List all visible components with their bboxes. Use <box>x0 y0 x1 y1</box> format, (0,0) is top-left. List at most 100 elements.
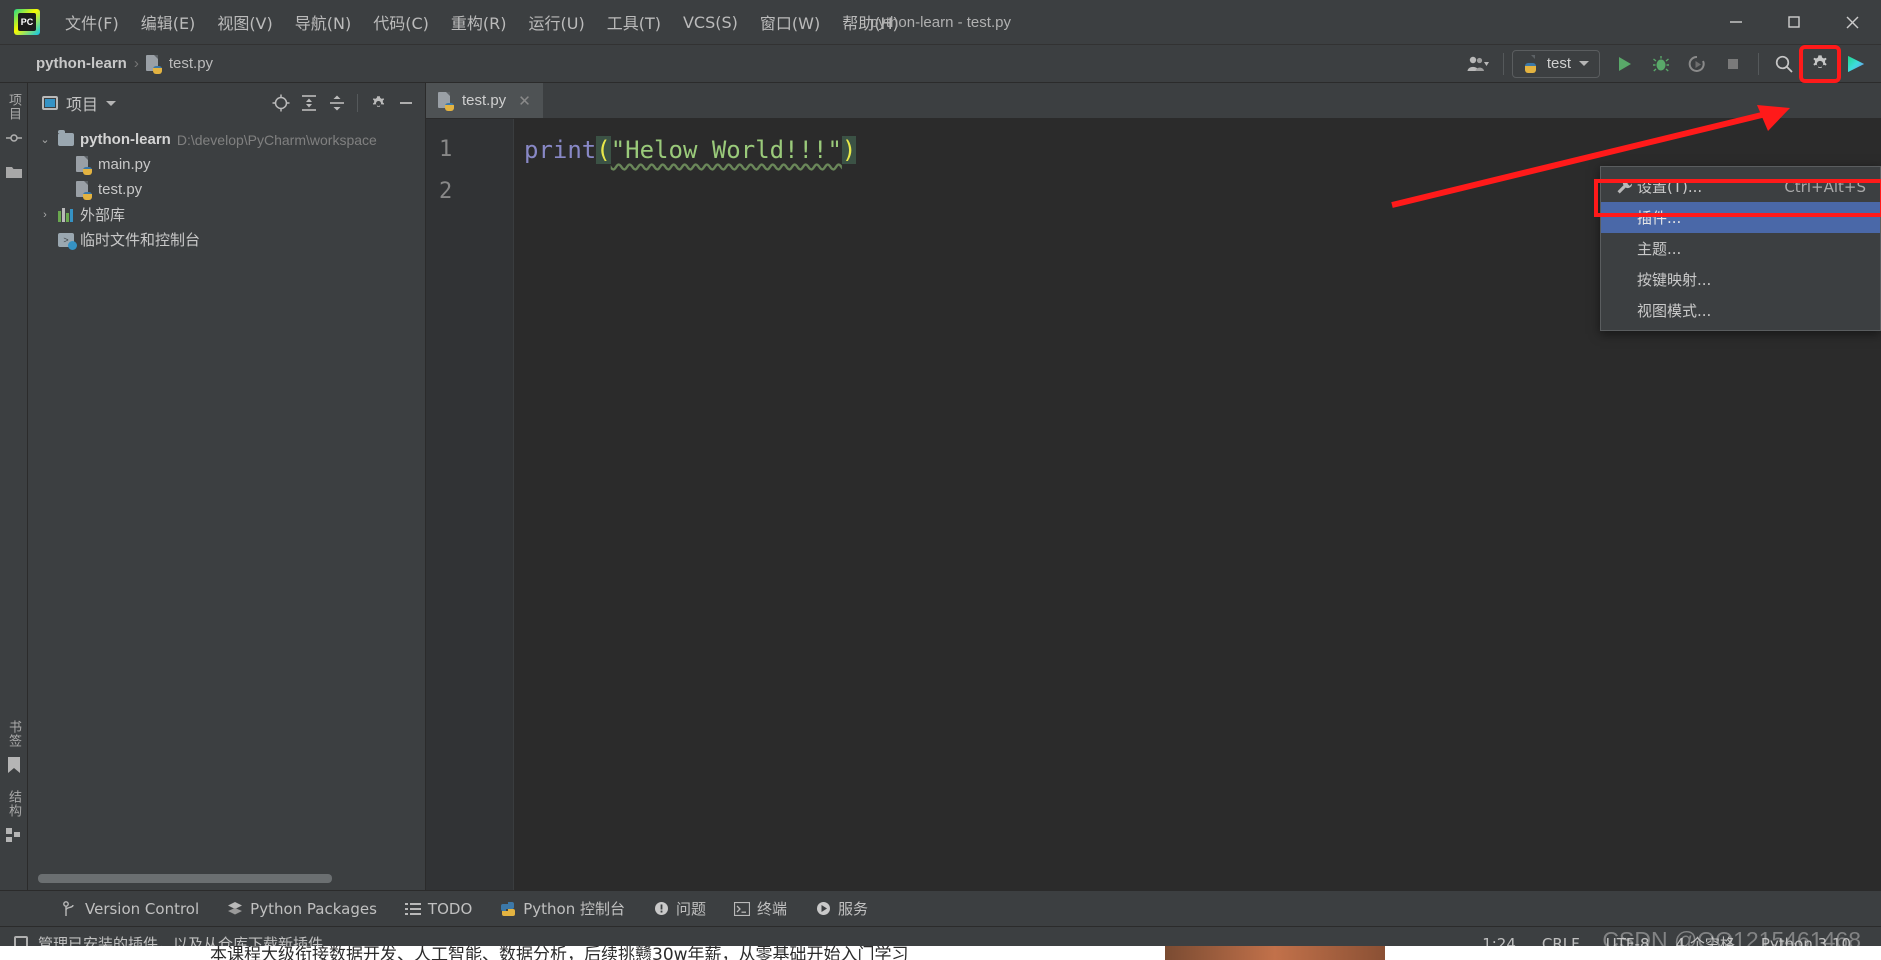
locate-icon[interactable] <box>268 90 294 116</box>
chevron-down-icon[interactable] <box>106 100 117 106</box>
project-panel-hscrollbar[interactable] <box>28 868 425 890</box>
debug-icon[interactable] <box>1644 49 1678 79</box>
scrollbar-thumb[interactable] <box>38 874 333 883</box>
todo-list-icon <box>404 901 421 917</box>
tree-label: python-learn <box>80 131 171 148</box>
tree-label: main.py <box>98 156 151 173</box>
editor-tab-label: test.py <box>462 92 507 109</box>
tool-window-label: 问题 <box>676 900 707 918</box>
menu-help[interactable]: 帮助(H) <box>831 6 910 38</box>
menu-view[interactable]: 视图(V) <box>206 6 283 38</box>
menu-item-label: 设置(T)... <box>1637 178 1703 196</box>
close-icon[interactable]: ✕ <box>518 92 531 110</box>
gear-icon[interactable] <box>1799 44 1841 83</box>
bottom-tool-window-bar: Version Control Python Packages TODO Pyt… <box>0 890 1881 926</box>
python-file-icon <box>76 156 92 175</box>
menu-item-view-mode[interactable]: 视图模式... <box>1601 295 1880 326</box>
tool-window-label: TODO <box>427 899 473 918</box>
menu-item-settings[interactable]: 设置(T)... Ctrl+Alt+S <box>1601 171 1880 202</box>
tool-window-version-control[interactable]: Version Control <box>50 896 211 922</box>
breadcrumb-separator: › <box>133 55 139 72</box>
tool-window-label: 终端 <box>757 900 788 918</box>
tree-row-external-libraries[interactable]: › 外部库 <box>28 202 425 227</box>
chevron-down-icon <box>1579 61 1589 66</box>
ide-update-icon[interactable] <box>1839 49 1873 79</box>
project-tree: ⌄ python-learn D:\develop\PyCharm\worksp… <box>28 123 425 868</box>
breadcrumb-file[interactable]: test.py <box>169 55 213 72</box>
menu-item-keymap[interactable]: 按键映射... <box>1601 264 1880 295</box>
run-icon[interactable] <box>1608 49 1642 79</box>
menu-navigate[interactable]: 导航(N) <box>284 6 362 38</box>
ad-image <box>1165 946 1385 960</box>
menu-vcs[interactable]: VCS(S) <box>672 9 749 36</box>
menu-run[interactable]: 运行(U) <box>518 6 596 38</box>
commit-icon[interactable] <box>5 129 23 147</box>
menu-item-theme[interactable]: 主题... <box>1601 233 1880 264</box>
run-configuration-selector[interactable]: test <box>1511 49 1600 78</box>
line-number-gutter: 1 2 <box>426 119 514 890</box>
close-button[interactable] <box>1823 0 1881 45</box>
menu-file[interactable]: 文件(F) <box>54 6 130 38</box>
tool-window-python-console[interactable]: Python 控制台 <box>488 894 637 923</box>
code-token-open-paren: ( <box>596 136 611 164</box>
tool-window-services[interactable]: 服务 <box>803 894 880 923</box>
code-line-1[interactable]: print("Helow World!!!") <box>514 129 1881 171</box>
search-icon[interactable] <box>1767 49 1801 79</box>
title-bar: 文件(F) 编辑(E) 视图(V) 导航(N) 代码(C) 重构(R) 运行(U… <box>0 0 1881 45</box>
folder-icon <box>58 130 74 146</box>
tool-window-terminal[interactable]: 终端 <box>722 894 799 923</box>
menu-window[interactable]: 窗口(W) <box>749 6 831 38</box>
tree-path: D:\develop\PyCharm\workspace <box>176 131 377 148</box>
gear-icon[interactable] <box>365 90 391 116</box>
menu-refactor[interactable]: 重构(R) <box>440 6 518 38</box>
toolbar-divider-2 <box>1758 52 1759 75</box>
library-icon <box>58 207 74 222</box>
editor-tab-bar: test.py ✕ <box>426 83 1881 119</box>
tree-label: test.py <box>98 181 143 198</box>
navigation-bar: python-learn › test.py test <box>0 44 1881 83</box>
tool-window-todo[interactable]: TODO <box>393 896 484 922</box>
tool-window-label: Python 控制台 <box>523 900 626 918</box>
python-config-icon <box>1523 55 1539 73</box>
python-file-icon <box>145 55 162 74</box>
expand-all-icon[interactable] <box>296 90 322 116</box>
stripe-label-project[interactable]: 项目 <box>4 93 23 121</box>
bookmark-icon[interactable] <box>5 756 23 774</box>
chevron-right-icon[interactable]: › <box>38 209 52 221</box>
account-icon[interactable] <box>1461 49 1495 79</box>
stop-icon[interactable] <box>1716 49 1750 79</box>
chevron-down-icon[interactable]: ⌄ <box>38 133 52 146</box>
tree-row-scratches[interactable]: > 临时文件和控制台 <box>28 227 425 252</box>
tool-window-label: Version Control <box>85 899 200 918</box>
settings-dropdown-menu: 设置(T)... Ctrl+Alt+S 插件... 主题... 按键映射... … <box>1600 166 1881 331</box>
stripe-label-bookmarks[interactable]: 书签 <box>4 720 23 748</box>
project-panel-title[interactable]: 项目 <box>42 91 117 115</box>
toolbar-divider <box>1502 52 1504 75</box>
stripe-label-structure[interactable]: 结构 <box>4 790 23 818</box>
menu-item-shortcut: Ctrl+Alt+S <box>1784 177 1866 196</box>
menu-item-plugins[interactable]: 插件... <box>1601 202 1880 233</box>
collapse-all-icon[interactable] <box>324 90 350 116</box>
tree-row-main-py[interactable]: main.py <box>28 152 425 177</box>
menu-tools[interactable]: 工具(T) <box>596 6 672 38</box>
menu-code[interactable]: 代码(C) <box>362 6 440 38</box>
menu-item-label: 按键映射... <box>1637 271 1712 289</box>
hide-icon[interactable] <box>393 90 419 116</box>
run-with-coverage-icon[interactable] <box>1680 49 1714 79</box>
editor-tab-test-py[interactable]: test.py ✕ <box>426 83 543 118</box>
menu-bar: 文件(F) 编辑(E) 视图(V) 导航(N) 代码(C) 重构(R) 运行(U… <box>54 6 910 38</box>
tool-window-python-packages[interactable]: Python Packages <box>215 896 389 922</box>
tree-row-test-py[interactable]: test.py <box>28 177 425 202</box>
python-console-icon <box>500 901 516 917</box>
structure-icon[interactable] <box>5 826 23 844</box>
menu-edit[interactable]: 编辑(E) <box>130 6 207 38</box>
pycharm-logo-icon <box>14 9 40 35</box>
maximize-button[interactable] <box>1765 0 1823 45</box>
tree-row-python-learn[interactable]: ⌄ python-learn D:\develop\PyCharm\worksp… <box>28 127 425 152</box>
services-icon <box>815 901 831 917</box>
minimize-button[interactable] <box>1707 0 1765 45</box>
tool-window-problems[interactable]: 问题 <box>641 894 718 923</box>
project-tool-window: 项目 ⌄ python-learn D:\develop\PyCharm\wor… <box>28 83 426 890</box>
breadcrumb-project[interactable]: python-learn <box>36 55 127 72</box>
folder-icon[interactable] <box>5 163 23 181</box>
